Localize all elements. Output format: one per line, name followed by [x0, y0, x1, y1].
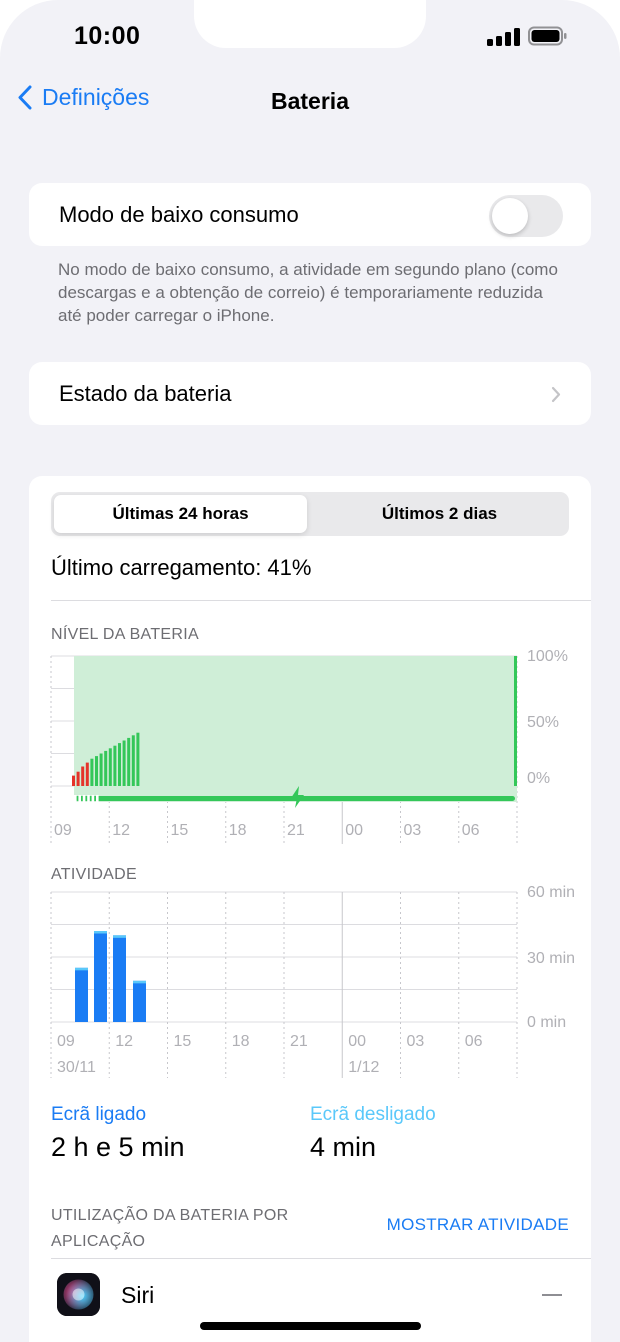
time-range-control: Últimas 24 horas Últimos 2 dias [51, 492, 569, 536]
divider [51, 600, 591, 601]
app-usage-dash [542, 1294, 562, 1296]
x-tick-label: 15 [174, 1033, 192, 1050]
segment-24h[interactable]: Últimas 24 horas [51, 504, 310, 524]
usage-card: Últimas 24 horas Últimos 2 dias Último c… [29, 476, 591, 1342]
y-tick-label: 50% [527, 714, 559, 731]
x-tick-label: 12 [115, 1033, 133, 1050]
battery-level-chart: 100% 50% 0% 09 12 15 18 21 00 03 06 [50, 648, 568, 844]
x-tick-label: 06 [462, 822, 480, 839]
battery-status-icon [528, 26, 567, 46]
strip-gap [82, 795, 86, 802]
battery-bar [118, 743, 121, 786]
battery-bar [81, 766, 85, 786]
last-charge-text: Último carregamento: 41% [51, 555, 312, 580]
battery-bar [90, 758, 94, 786]
page-title: Bateria [271, 88, 349, 114]
battery-health-label: Estado da bateria [59, 381, 232, 406]
activity-bar-off [94, 931, 107, 934]
low-power-label: Modo de baixo consumo [59, 202, 299, 227]
battery-bar [99, 753, 103, 786]
y-tick-label: 30 min [527, 950, 575, 967]
show-activity-button[interactable]: MOSTRAR ATIVIDADE [387, 1215, 569, 1235]
battery-bar [113, 745, 117, 786]
activity-bar [113, 935, 126, 1022]
low-power-footnote: No modo de baixo consumo, a atividade em… [58, 260, 558, 325]
battery-bar [72, 775, 75, 786]
battery-bar [122, 740, 126, 786]
chevron-right-icon [551, 386, 561, 403]
battery-bar [108, 748, 112, 786]
activity-chart: 60 min 30 min 0 min 09 12 15 18 21 00 03 06 30/11 1… [50, 884, 575, 1078]
x-tick-label: 06 [465, 1033, 483, 1050]
toggle-knob [492, 198, 528, 234]
x-tick-label: 15 [171, 822, 189, 839]
x-tick-label: 21 [287, 822, 305, 839]
battery-health-row[interactable]: Estado da bateria [29, 362, 591, 425]
x-tick-label: 03 [404, 822, 422, 839]
activity-bar-off [113, 935, 126, 938]
x-tick-label: 09 [54, 822, 72, 839]
notch [194, 0, 426, 48]
battery-bar [85, 762, 89, 786]
charging-band [74, 656, 517, 802]
charge-end-bar [514, 656, 517, 786]
activity-bar-off [133, 980, 146, 984]
date-label: 30/11 [57, 1059, 96, 1076]
screen-off-label: Ecrã desligado [310, 1104, 436, 1125]
segment-2d[interactable]: Últimos 2 dias [310, 504, 569, 524]
low-power-toggle[interactable] [489, 195, 563, 237]
home-indicator [200, 1322, 421, 1330]
battery-bar [95, 756, 98, 786]
usage-by-app-title: UTILIZAÇÃO DA BATERIA POR APLICAÇÃO [51, 1207, 289, 1250]
strip-gap [87, 795, 90, 802]
x-tick-label: 00 [345, 822, 363, 839]
battery-level-title: NÍVEL DA BATERIA [51, 626, 199, 643]
low-power-row: Modo de baixo consumo [29, 183, 591, 246]
status-time: 10:00 [74, 22, 141, 50]
activity-bar-off [75, 967, 88, 971]
x-tick-label: 18 [229, 822, 247, 839]
battery-bar [131, 735, 135, 786]
activity-bar [133, 980, 146, 1022]
battery-bar [104, 750, 108, 786]
y-tick-label: 100% [527, 648, 568, 665]
x-tick-label: 18 [232, 1033, 250, 1050]
screen-off-value: 4 min [310, 1132, 377, 1162]
y-tick-label: 0 min [527, 1014, 566, 1031]
x-tick-label: 03 [407, 1033, 425, 1050]
signal-icon [487, 28, 521, 46]
battery-bar [136, 732, 140, 786]
battery-bar [127, 737, 131, 786]
app-name: Siri [121, 1282, 155, 1308]
x-tick-label: 00 [348, 1033, 366, 1050]
y-tick-label: 60 min [527, 884, 575, 901]
x-tick-label: 21 [290, 1033, 308, 1050]
x-tick-label: 12 [112, 822, 130, 839]
battery-bar [76, 771, 80, 786]
x-tick-label: 09 [57, 1033, 75, 1050]
siri-icon [57, 1273, 100, 1316]
activity-bar [75, 967, 88, 1022]
y-tick-label: 0% [527, 770, 550, 787]
screen-on-label: Ecrã ligado [51, 1104, 147, 1125]
strip-gap [78, 795, 81, 802]
date-label: 1/12 [348, 1059, 379, 1076]
phone-screen: 10:00 Definições Bateria Modo de baixo c… [0, 0, 620, 1342]
screen-on-value: 2 h e 5 min [51, 1132, 185, 1162]
strip-gap [96, 795, 99, 802]
activity-bar [94, 931, 107, 1022]
strip-gap [91, 795, 95, 802]
strip-gap [74, 795, 77, 802]
